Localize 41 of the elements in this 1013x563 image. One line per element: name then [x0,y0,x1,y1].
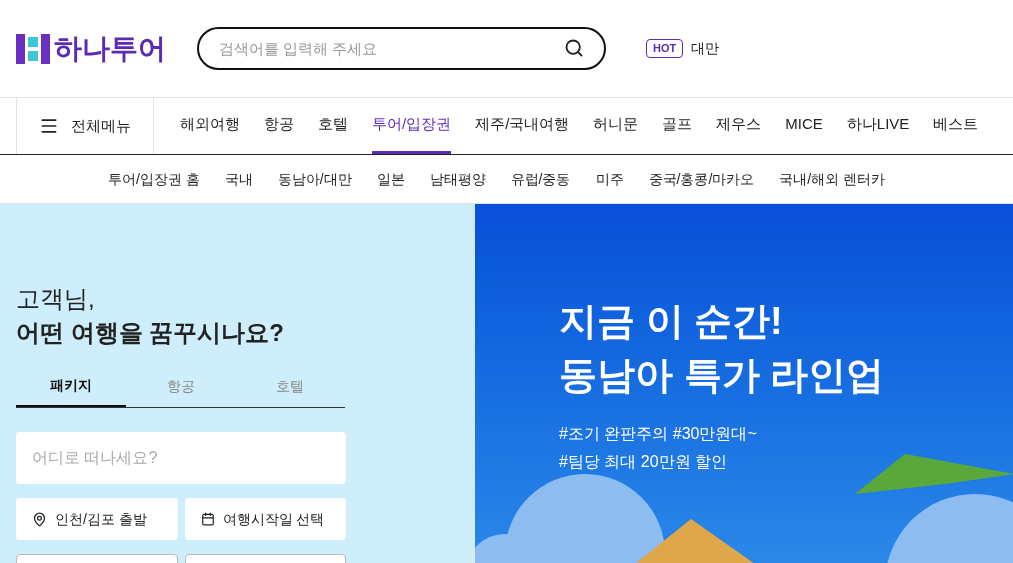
departure-button[interactable]: 인천/김포 출발 [16,498,178,540]
nav-tab[interactable]: MICE [785,98,823,154]
subnav-link[interactable]: 동남아/대만 [277,168,352,190]
subnav-link[interactable]: 남태평양 [429,168,486,190]
nav-tab[interactable]: 베스트 [933,98,979,154]
search-field[interactable]: 검색어를 입력해 주세요 [197,27,606,70]
subnav-link[interactable]: 투어/입장권 홈 [107,168,200,190]
banner-tags: #조기 완판주의 #30만원대~ [559,420,1013,448]
nav-tab[interactable]: 제우스 [716,98,762,154]
calendar-icon [200,512,215,526]
question-heading: 어떤 여행을 꿈꾸시나요? [16,318,285,348]
hot-badge: HOT [646,39,684,58]
banner-tags: #팀당 최대 20만원 할인 [559,448,1013,476]
nav-tab[interactable]: 해외여행 [180,98,240,154]
nav-tab[interactable]: 허니문 [593,98,639,154]
hot-keyword[interactable]: 대만 [691,38,720,59]
search-tab[interactable]: 패키지 [16,365,126,407]
destination-field[interactable]: 어디로 떠나세요? [16,432,346,484]
all-menu-button[interactable]: 전체메뉴 [16,98,154,154]
nav-tab[interactable]: 투어/입장권 [372,98,452,154]
nav-tab[interactable]: 제주/국내여행 [475,98,570,154]
greeting-text: 고객님, [16,284,96,314]
location-pin-icon [32,511,47,527]
subnav-link[interactable]: 국내 [224,168,253,190]
nav-tab[interactable]: 골프 [662,98,693,154]
brand-logo[interactable]: 하나투어 [54,34,166,63]
date-button[interactable]: 여행시작일 선택 [184,498,346,540]
logo-icon [16,33,50,64]
subnav-link[interactable]: 중국/홍콩/마카오 [648,168,755,190]
menu-icon [39,116,59,136]
banner-title: 동남아 특가 라인업 [559,353,886,398]
subnav-link[interactable]: 일본 [376,168,405,190]
nav-tab[interactable]: 항공 [264,98,294,154]
nav-tab[interactable]: 호텔 [318,98,348,154]
subnav-link[interactable]: 국내/해외 렌터카 [779,168,886,190]
nav-tab[interactable]: 하나LIVE [846,98,910,154]
banner-title: 지금 이 순간! [559,299,784,344]
subnav-link[interactable]: 미주 [595,168,624,190]
search-icon[interactable] [564,38,584,58]
subnav-link[interactable]: 유럽/중동 [510,168,571,190]
promo-banner[interactable]: 지금 이 순간! 동남아 특가 라인업 #조기 완판주의 #30만원대~ #팀당 최대 20만원 할인 [475,204,1013,563]
